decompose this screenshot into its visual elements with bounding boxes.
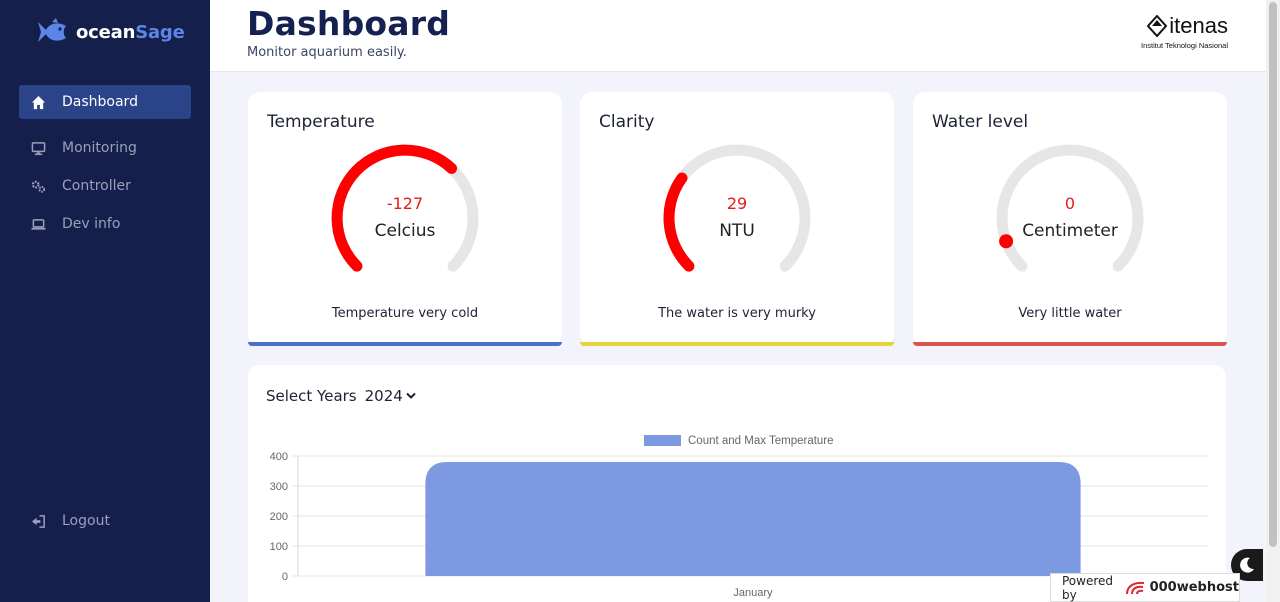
itenas-emblem-icon bbox=[1147, 15, 1168, 37]
gauge-value: 29 bbox=[726, 194, 748, 213]
status-text: Very little water bbox=[1018, 306, 1122, 321]
sidebar-item-label: Dev info bbox=[62, 216, 121, 232]
page-subtitle: Monitor aquarium easily. bbox=[247, 45, 407, 60]
sidebar-item-dev-info[interactable]: Dev info bbox=[19, 207, 191, 241]
fish-icon bbox=[38, 18, 66, 42]
institution-logo: itenas Institut Teknologi Nasional bbox=[1128, 13, 1228, 50]
sidebar: oceanSage Dashboard Monitoring Controlle… bbox=[0, 0, 210, 602]
status-text: The water is very murky bbox=[658, 306, 816, 321]
legend-swatch bbox=[644, 435, 681, 446]
moon-icon bbox=[1240, 557, 1254, 573]
sidebar-item-label: Controller bbox=[62, 178, 131, 194]
legend-label: Count and Max Temperature bbox=[688, 435, 834, 447]
brand-subtitle: Institut Teknologi Nasional bbox=[1141, 41, 1228, 50]
logout-button[interactable]: Logout bbox=[19, 504, 191, 538]
gauge-unit: Centimeter bbox=[1022, 221, 1118, 241]
card-title: Temperature bbox=[267, 112, 375, 132]
card-accent-bar bbox=[248, 342, 562, 346]
gauge-value: 0 bbox=[1064, 194, 1076, 213]
x-tick-label: January bbox=[733, 587, 773, 599]
card-accent-bar bbox=[580, 342, 894, 346]
y-tick-label: 0 bbox=[282, 571, 288, 583]
card-title: Water level bbox=[932, 112, 1029, 132]
y-tick-label: 200 bbox=[270, 511, 288, 523]
bar-january bbox=[425, 462, 1081, 576]
scrollbar-thumb[interactable] bbox=[1269, 2, 1277, 547]
logout-icon bbox=[30, 513, 46, 529]
gauge-value: -127 bbox=[386, 194, 424, 213]
card-title: Clarity bbox=[599, 112, 655, 132]
laptop-icon bbox=[30, 216, 46, 232]
page-title: Dashboard bbox=[247, 4, 451, 43]
top-header: Dashboard Monitor aquarium easily. itena… bbox=[210, 0, 1266, 72]
logout-label: Logout bbox=[62, 513, 110, 529]
scrollbar[interactable] bbox=[1266, 0, 1280, 602]
host-name: 000webhost bbox=[1149, 580, 1239, 595]
card-accent-bar bbox=[913, 342, 1227, 346]
y-tick-label: 400 bbox=[270, 451, 288, 463]
chart-card: Select Years 2024 0 100 200 300 400 January Co… bbox=[248, 365, 1226, 602]
sidebar-item-label: Dashboard bbox=[62, 94, 138, 110]
gauge-unit: Celcius bbox=[374, 221, 436, 241]
temperature-bar-chart: 0 100 200 300 400 January Count and Max Temper… bbox=[270, 435, 1208, 599]
sidebar-item-controller[interactable]: Controller bbox=[19, 169, 191, 203]
home-icon bbox=[30, 94, 46, 110]
sidebar-item-label: Monitoring bbox=[62, 140, 137, 156]
water-level-card: Water level 0 Centimeter Very little wat… bbox=[913, 92, 1227, 346]
y-tick-label: 100 bbox=[270, 541, 288, 553]
monitor-icon bbox=[30, 140, 46, 156]
powered-by-badge[interactable]: Powered by 000webhost bbox=[1050, 573, 1240, 602]
clarity-card: Clarity 29 NTU The water is very murky bbox=[580, 92, 894, 346]
sidebar-item-dashboard[interactable]: Dashboard bbox=[19, 85, 191, 119]
temperature-card: Temperature -127 Celcius Temperature ver… bbox=[248, 92, 562, 346]
y-tick-label: 300 bbox=[270, 481, 288, 493]
gears-icon bbox=[30, 178, 46, 194]
status-text: Temperature very cold bbox=[331, 306, 479, 321]
sidebar-item-monitoring[interactable]: Monitoring bbox=[19, 131, 191, 165]
host-logo-icon bbox=[1124, 580, 1146, 596]
app-name: oceanSage bbox=[76, 21, 185, 43]
powered-label: Powered by bbox=[1062, 573, 1114, 602]
brand-name: itenas bbox=[1169, 13, 1228, 38]
app-logo[interactable]: oceanSage bbox=[36, 16, 185, 48]
gauge-unit: NTU bbox=[719, 221, 755, 241]
